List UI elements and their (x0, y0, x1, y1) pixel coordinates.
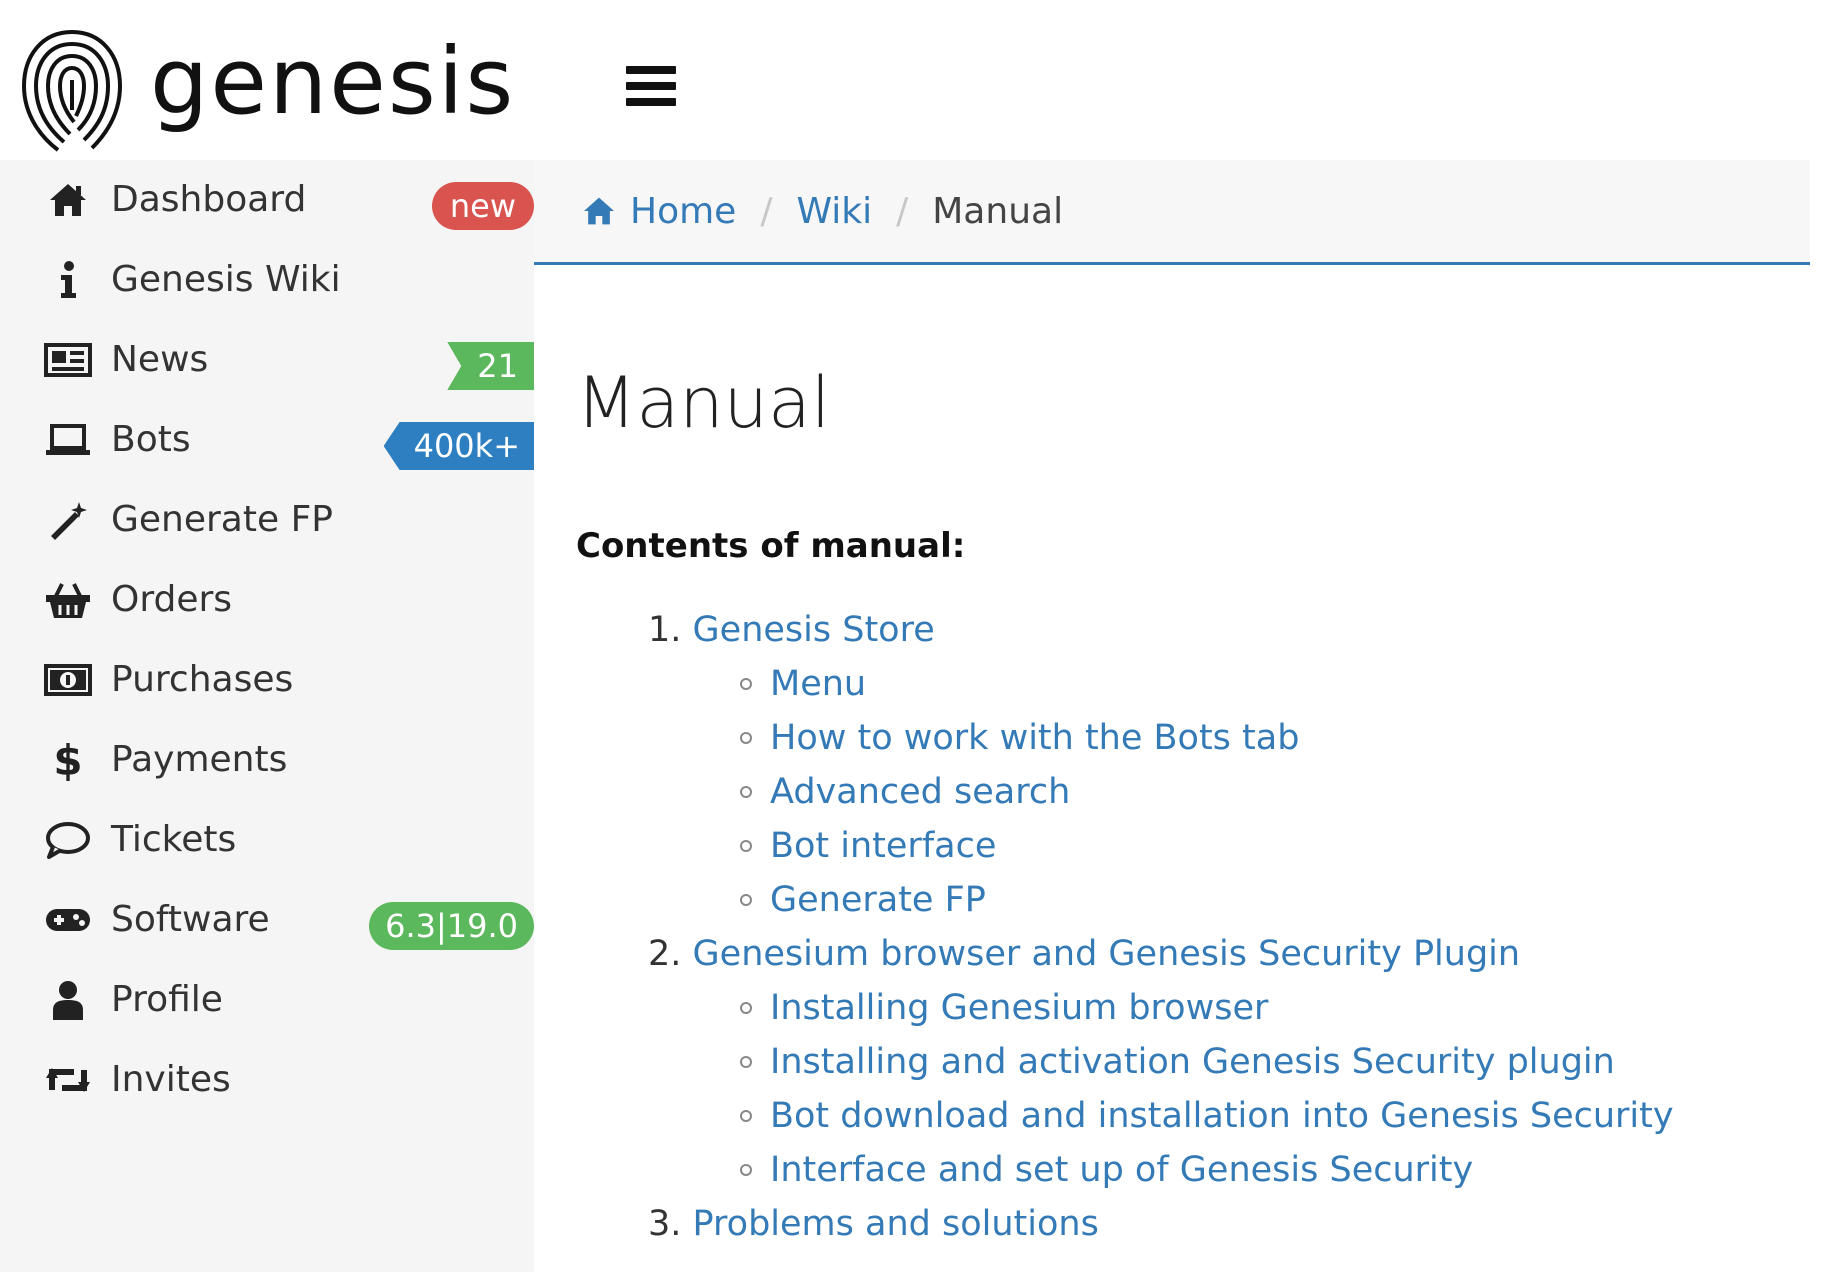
contents-heading: Contents of manual: (576, 526, 966, 566)
sidebar-item-invites[interactable]: Invites (0, 1040, 534, 1120)
toc-subitem: Advanced search (740, 768, 1070, 816)
breadcrumb-separator: / (760, 190, 773, 232)
laptop-icon (40, 418, 96, 462)
sidebar-item-tickets[interactable]: Tickets (0, 800, 534, 880)
sidebar-item-label: Dashboard (111, 179, 307, 220)
user-icon (40, 978, 96, 1022)
sidebar-item-label: Purchases (111, 659, 294, 700)
gamepad-icon (40, 898, 96, 942)
toc-section-number: 2. (648, 934, 682, 974)
toc-link-installing-genesium[interactable]: Installing Genesium browser (770, 988, 1268, 1028)
newspaper-icon (40, 338, 96, 382)
toc-section-number: 1. (648, 610, 682, 650)
top-header: genesis (0, 0, 1841, 160)
sidebar-item-software[interactable]: Software 6.3|19.0 (0, 880, 534, 960)
toc-link-bot-download[interactable]: Bot download and installation into Genes… (770, 1096, 1674, 1136)
retweet-icon (40, 1058, 96, 1102)
toc-link-menu[interactable]: Menu (770, 664, 866, 704)
toc-link-generate-fp[interactable]: Generate FP (770, 880, 986, 920)
bots-count-badge: 400k+ (383, 422, 534, 470)
circle-bullet-icon (740, 1164, 752, 1176)
fingerprint-logo-icon (21, 30, 123, 152)
breadcrumb-separator: / (896, 190, 909, 232)
hamburger-menu-icon[interactable] (626, 66, 676, 106)
toc-section-number: 3. (648, 1204, 682, 1244)
logo-wordmark[interactable]: genesis (150, 36, 515, 128)
toc-subitem: Bot interface (740, 822, 996, 870)
circle-bullet-icon (740, 840, 752, 852)
sidebar-item-profile[interactable]: Profile (0, 960, 534, 1040)
circle-bullet-icon (740, 894, 752, 906)
sidebar: Dashboard new Genesis Wiki News 21 Bots … (0, 160, 534, 1272)
toc-link-bots-tab[interactable]: How to work with the Bots tab (770, 718, 1299, 758)
toc-subitem: Interface and set up of Genesis Security (740, 1146, 1473, 1194)
toc-subitem: Installing and activation Genesis Securi… (740, 1038, 1615, 1086)
toc-link-installing-plugin[interactable]: Installing and activation Genesis Securi… (770, 1042, 1615, 1082)
toc-link-problems-solutions[interactable]: Problems and solutions (693, 1204, 1099, 1244)
sidebar-item-label: Genesis Wiki (111, 259, 341, 300)
sidebar-item-label: Invites (111, 1059, 231, 1100)
breadcrumb-home-link[interactable]: Home (630, 191, 736, 232)
circle-bullet-icon (740, 678, 752, 690)
breadcrumb-wiki-link[interactable]: Wiki (796, 191, 872, 232)
toc-section: 2. Genesium browser and Genesis Security… (648, 930, 1520, 978)
sidebar-item-purchases[interactable]: Purchases (0, 640, 534, 720)
circle-bullet-icon (740, 732, 752, 744)
sidebar-item-label: Bots (111, 419, 191, 460)
breadcrumb-current-page: Manual (932, 190, 1064, 232)
sidebar-item-label: Tickets (111, 819, 237, 860)
sidebar-item-orders[interactable]: Orders (0, 560, 534, 640)
circle-bullet-icon (740, 1056, 752, 1068)
toc-section: 3. Problems and solutions (648, 1200, 1099, 1248)
toc-link-genesis-store[interactable]: Genesis Store (693, 610, 935, 650)
sidebar-item-generate-fp[interactable]: Generate FP (0, 480, 534, 560)
sidebar-item-label: News (111, 339, 209, 380)
sidebar-item-dashboard[interactable]: Dashboard new (0, 160, 534, 240)
toc-subitem: Bot download and installation into Genes… (740, 1092, 1674, 1140)
toc-subitem: Installing Genesium browser (740, 984, 1268, 1032)
money-icon (40, 658, 96, 702)
news-count-badge: 21 (447, 342, 534, 390)
toc-subitem: Menu (740, 660, 866, 708)
breadcrumb: Home / Wiki / Manual (534, 160, 1810, 265)
home-icon (40, 178, 96, 222)
toc-link-advanced-search[interactable]: Advanced search (770, 772, 1070, 812)
sidebar-item-label: Generate FP (111, 499, 333, 540)
breadcrumb-home-icon[interactable] (582, 193, 618, 229)
new-badge: new (431, 182, 534, 230)
sidebar-item-label: Payments (111, 739, 288, 780)
toc-link-bot-interface[interactable]: Bot interface (770, 826, 996, 866)
toc-subitem: How to work with the Bots tab (740, 714, 1299, 762)
sidebar-item-genesis-wiki[interactable]: Genesis Wiki (0, 240, 534, 320)
page-title: Manual (576, 362, 831, 444)
software-version-badge: 6.3|19.0 (369, 902, 534, 950)
sidebar-item-news[interactable]: News 21 (0, 320, 534, 400)
toc-subitem: Generate FP (740, 876, 986, 924)
circle-bullet-icon (740, 1110, 752, 1122)
comment-icon (40, 818, 96, 862)
sidebar-item-label: Orders (111, 579, 233, 620)
toc-link-genesium-browser[interactable]: Genesium browser and Genesis Security Pl… (693, 934, 1521, 974)
sidebar-item-payments[interactable]: $ Payments (0, 720, 534, 800)
info-icon (40, 258, 96, 302)
toc-link-interface-setup[interactable]: Interface and set up of Genesis Security (770, 1150, 1473, 1190)
circle-bullet-icon (740, 786, 752, 798)
circle-bullet-icon (740, 1002, 752, 1014)
sidebar-item-label: Profile (111, 979, 223, 1020)
magic-wand-icon (40, 498, 96, 542)
basket-icon (40, 578, 96, 622)
toc-section: 1. Genesis Store (648, 606, 935, 654)
dollar-icon: $ (53, 735, 83, 785)
sidebar-item-label: Software (111, 899, 270, 940)
sidebar-item-bots[interactable]: Bots 400k+ (0, 400, 534, 480)
